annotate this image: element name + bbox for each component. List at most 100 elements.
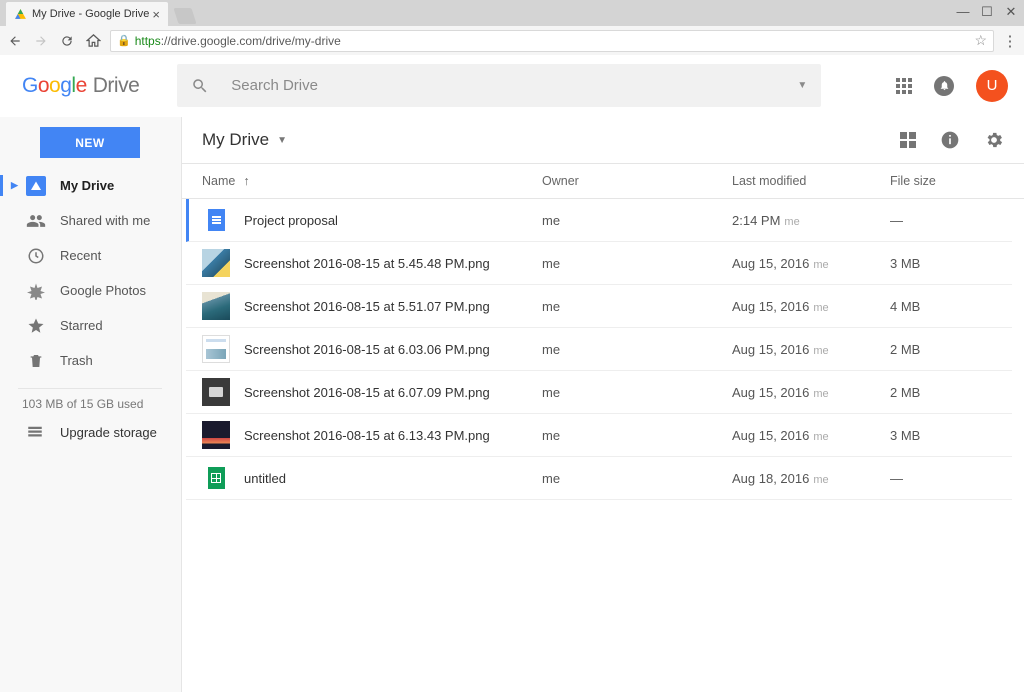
storage-icon: [26, 423, 46, 441]
sidebar-label: Starred: [60, 318, 103, 333]
clock-icon: [26, 247, 46, 265]
account-avatar[interactable]: U: [976, 70, 1008, 102]
url-path: ://drive.google.com/drive/my-drive: [161, 34, 341, 48]
file-thumbnail: [202, 464, 230, 492]
sidebar-label: Shared with me: [60, 213, 150, 228]
url-protocol: https: [135, 34, 161, 48]
column-modified[interactable]: Last modified: [732, 174, 890, 188]
file-list: Project proposalme2:14 PMme—Screenshot 2…: [182, 199, 1024, 500]
file-row[interactable]: Screenshot 2016-08-15 at 6.13.43 PM.pngm…: [186, 414, 1012, 457]
file-name: Screenshot 2016-08-15 at 5.45.48 PM.png: [244, 256, 542, 271]
close-window-icon[interactable]: ✕: [1004, 4, 1018, 20]
forward-button[interactable]: [32, 32, 50, 50]
column-size[interactable]: File size: [890, 174, 936, 188]
breadcrumb[interactable]: My Drive ▼: [202, 130, 287, 150]
upgrade-storage-link[interactable]: Upgrade storage: [0, 423, 180, 441]
app-header: Google Drive Search Drive ▼ U: [0, 55, 1024, 117]
url-field[interactable]: 🔒 https://drive.google.com/drive/my-driv…: [110, 30, 994, 52]
people-icon: [26, 211, 46, 231]
google-drive-logo[interactable]: Google Drive: [22, 74, 139, 98]
drive-favicon: [14, 8, 27, 21]
file-row[interactable]: Screenshot 2016-08-15 at 5.51.07 PM.pngm…: [186, 285, 1012, 328]
minimize-icon[interactable]: —: [956, 4, 970, 20]
file-modified: Aug 15, 2016me: [732, 428, 890, 443]
sidebar-item-trash[interactable]: Trash: [0, 343, 180, 378]
sidebar-label: Trash: [60, 353, 93, 368]
sidebar: NEW ▶ My Drive Shared with me Recent Goo…: [0, 117, 181, 692]
photos-icon: [26, 282, 46, 300]
file-thumbnail: [202, 335, 230, 363]
new-tab-button[interactable]: [173, 8, 196, 24]
toolbar: My Drive ▼: [182, 117, 1024, 164]
new-button[interactable]: NEW: [40, 127, 140, 158]
window-controls: — ☐ ✕: [956, 4, 1018, 20]
file-row[interactable]: Screenshot 2016-08-15 at 6.07.09 PM.pngm…: [186, 371, 1012, 414]
info-icon[interactable]: [940, 130, 960, 150]
file-thumbnail: [202, 249, 230, 277]
file-modified: 2:14 PMme: [732, 213, 890, 228]
file-name: untitled: [244, 471, 542, 486]
sidebar-item-shared[interactable]: Shared with me: [0, 203, 180, 238]
sidebar-item-starred[interactable]: Starred: [0, 308, 180, 343]
file-owner: me: [542, 256, 732, 271]
storage-usage-text: 103 MB of 15 GB used: [0, 397, 180, 411]
file-row[interactable]: Project proposalme2:14 PMme—: [186, 199, 1012, 242]
logo-drive-text: Drive: [93, 74, 140, 98]
sidebar-label: Google Photos: [60, 283, 146, 298]
column-name[interactable]: Name ↑: [202, 174, 542, 188]
file-modified: Aug 15, 2016me: [732, 256, 890, 271]
notifications-icon[interactable]: [934, 76, 954, 96]
sidebar-item-my-drive[interactable]: ▶ My Drive: [0, 168, 180, 203]
view-grid-icon[interactable]: [900, 132, 916, 148]
column-headers: Name ↑ Owner Last modified File size: [182, 164, 1024, 199]
reload-button[interactable]: [58, 32, 76, 50]
file-thumbnail: [202, 292, 230, 320]
trash-icon: [26, 353, 46, 369]
upgrade-label: Upgrade storage: [60, 425, 157, 440]
search-box[interactable]: Search Drive ▼: [177, 64, 821, 107]
file-modified: Aug 18, 2016me: [732, 471, 890, 486]
tab-title: My Drive - Google Drive: [32, 8, 149, 20]
address-bar: 🔒 https://drive.google.com/drive/my-driv…: [0, 26, 1024, 55]
apps-icon[interactable]: [896, 78, 912, 94]
column-owner[interactable]: Owner: [542, 174, 732, 188]
file-thumbnail: [202, 421, 230, 449]
file-row[interactable]: Screenshot 2016-08-15 at 5.45.48 PM.pngm…: [186, 242, 1012, 285]
file-thumbnail: [202, 378, 230, 406]
browser-tab[interactable]: My Drive - Google Drive ×: [6, 2, 168, 26]
sidebar-item-photos[interactable]: Google Photos: [0, 273, 180, 308]
home-button[interactable]: [84, 32, 102, 50]
bookmark-star-icon[interactable]: ☆: [974, 32, 987, 49]
search-icon: [191, 77, 209, 95]
gear-icon[interactable]: [984, 130, 1004, 150]
breadcrumb-dropdown-icon: ▼: [277, 135, 287, 146]
file-size: 2 MB: [890, 342, 920, 357]
file-name: Screenshot 2016-08-15 at 6.13.43 PM.png: [244, 428, 542, 443]
file-row[interactable]: Screenshot 2016-08-15 at 6.03.06 PM.pngm…: [186, 328, 1012, 371]
file-name: Screenshot 2016-08-15 at 6.07.09 PM.png: [244, 385, 542, 400]
search-dropdown-icon[interactable]: ▼: [797, 80, 807, 91]
file-owner: me: [542, 213, 732, 228]
browser-menu-icon[interactable]: ⋮: [1002, 32, 1018, 50]
file-modified: Aug 15, 2016me: [732, 299, 890, 314]
expand-icon[interactable]: ▶: [11, 180, 18, 191]
star-icon: [26, 317, 46, 335]
maximize-icon[interactable]: ☐: [980, 4, 994, 20]
back-button[interactable]: [6, 32, 24, 50]
browser-chrome: My Drive - Google Drive × — ☐ ✕ 🔒 https:…: [0, 0, 1024, 55]
file-owner: me: [542, 471, 732, 486]
sidebar-label: My Drive: [60, 178, 114, 193]
file-name: Screenshot 2016-08-15 at 6.03.06 PM.png: [244, 342, 542, 357]
file-owner: me: [542, 385, 732, 400]
file-row[interactable]: untitledmeAug 18, 2016me—: [186, 457, 1012, 500]
lock-icon: 🔒: [117, 34, 131, 47]
file-name: Project proposal: [244, 213, 542, 228]
sidebar-item-recent[interactable]: Recent: [0, 238, 180, 273]
file-size: 3 MB: [890, 428, 920, 443]
drive-icon: [26, 176, 46, 196]
file-modified: Aug 15, 2016me: [732, 385, 890, 400]
file-size: 3 MB: [890, 256, 920, 271]
file-owner: me: [542, 428, 732, 443]
search-placeholder: Search Drive: [231, 77, 318, 94]
close-tab-icon[interactable]: ×: [152, 8, 160, 21]
